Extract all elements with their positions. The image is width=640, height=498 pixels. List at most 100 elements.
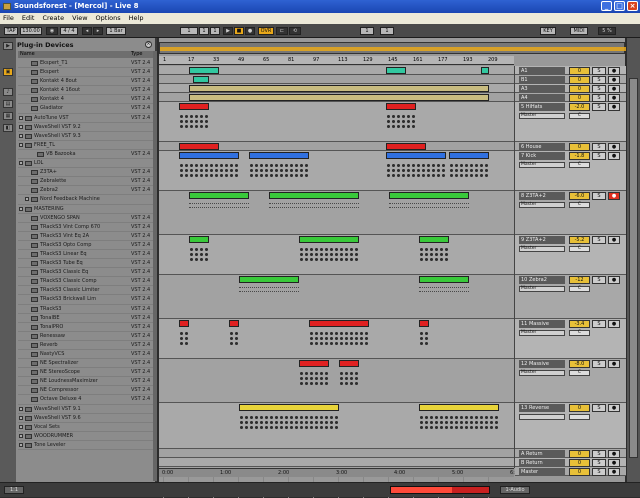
volume-field[interactable]: 0 [569,468,590,476]
plugin-list-item[interactable]: Zebra2 VST 2.4 [18,186,153,196]
pan-field[interactable]: C [569,286,590,292]
time-ruler[interactable]: 0:001:002:003:004:005:006:00 [159,468,521,477]
output-select[interactable] [519,414,565,420]
solo-button[interactable]: S [592,276,606,284]
track-name[interactable]: 8 Z3TA+2 [519,192,565,200]
clip[interactable] [249,152,309,159]
clip[interactable] [449,152,489,159]
solo-button[interactable]: S [592,192,606,200]
column-name-header[interactable]: Name [20,51,35,58]
plugin-list-item[interactable]: TRackS3 Vint Eq 2A VST 2.4 [18,232,153,241]
clip[interactable] [189,94,489,101]
expand-icon[interactable] [19,415,23,420]
track-name[interactable]: A Return [519,450,565,458]
arm-button[interactable]: ● [608,236,620,244]
expand-icon[interactable] [19,424,23,429]
punch-in-icon[interactable]: ⊏ [276,27,288,35]
track-lane[interactable] [159,93,514,102]
volume-field[interactable]: 0 [569,67,590,75]
pan-field[interactable]: C [569,246,590,252]
track-header[interactable]: 9 Z3TA+2 -5.2 S ● Master C [515,235,626,275]
plugin-list-item[interactable]: Nord Feedback Machine [18,195,153,205]
plugin-list-item[interactable]: WOODRUMMER [18,432,153,441]
clip[interactable] [229,320,239,327]
track-name[interactable]: 13 Reverse [519,404,565,412]
tempo-field[interactable]: 130.00 [20,27,42,35]
plugin-list-item[interactable]: VB Bazooka VST 2.4 [18,150,153,160]
pan-field[interactable]: C [569,202,590,208]
clip[interactable] [189,67,219,74]
track-lane[interactable] [159,84,514,93]
clip[interactable] [239,276,299,283]
file-browser-2-icon[interactable]: ▤ [3,100,13,108]
clip[interactable] [193,76,209,83]
clip[interactable] [339,360,359,367]
track-header[interactable]: B1 0 S ● [515,75,626,84]
arm-button[interactable]: ● [608,468,620,476]
track-name[interactable]: B1 [519,76,565,84]
expand-icon[interactable] [19,433,23,438]
track-header[interactable]: 12 Massive -8.0 S ● Master C [515,359,626,403]
pan-field[interactable]: C [569,370,590,376]
plugin-list-item[interactable]: Vocal Sets [18,423,153,432]
solo-button[interactable]: S [592,450,606,458]
volume-field[interactable]: -6.0 [569,192,590,200]
solo-button[interactable]: S [592,360,606,368]
solo-button[interactable]: S [592,85,606,93]
column-type-header[interactable]: Type [131,51,142,58]
track-name[interactable]: 10 Zebra2 [519,276,565,284]
plugin-list-item[interactable]: Kontakt 4 VST 2.4 [18,95,153,105]
browser-close-icon[interactable]: × [145,41,152,48]
track-name[interactable]: 12 Massive [519,360,565,368]
plugin-list-item[interactable]: TonalBE VST 2.4 [18,314,153,323]
arm-button[interactable]: ● [608,67,620,75]
browser-scrollbar[interactable] [153,51,157,481]
plugin-list-item[interactable]: NE StereoScope VST 2.4 [18,368,153,378]
clip[interactable] [386,152,446,159]
position-sixteenth[interactable]: 1 [210,27,220,35]
track-header[interactable]: 7 Kick -1.8 S ● Master C [515,151,626,191]
track-header[interactable]: A4 0 S ● [515,93,626,102]
output-select[interactable]: Master [519,162,565,168]
track-header[interactable]: A Return 0 S ● [515,449,626,458]
plugin-list-item[interactable]: VOXENGO SPAN VST 2.4 [18,214,153,223]
clip[interactable] [389,192,469,199]
solo-button[interactable]: S [592,103,606,111]
time-signature-field[interactable]: 4 / 4 [60,27,78,35]
track-lane[interactable] [159,275,514,319]
solo-button[interactable]: S [592,404,606,412]
live-devices-icon[interactable]: ▶ [3,42,13,50]
expand-icon[interactable] [19,406,23,411]
clip[interactable] [386,67,406,74]
record-icon[interactable]: ● [245,27,255,35]
volume-field[interactable]: 0 [569,85,590,93]
file-browser-1-icon[interactable]: ♪ [3,88,13,96]
arm-button[interactable]: ● [608,276,620,284]
arm-button[interactable]: ● [608,76,620,84]
plugin-list-item[interactable]: NastyVCS VST 2.4 [18,350,153,360]
menu-edit[interactable]: Edit [22,13,35,24]
plugin-list-item[interactable]: WaveShell VST 9.6 [18,414,153,423]
volume-field[interactable]: 0 [569,76,590,84]
track-name[interactable]: A4 [519,94,565,102]
clip[interactable] [419,276,469,283]
clip[interactable] [179,152,239,159]
menu-file[interactable]: File [3,13,14,24]
output-select[interactable]: Master [519,246,565,252]
overdub-button[interactable]: OVR [258,27,274,35]
clip[interactable] [179,320,189,327]
track-lane[interactable] [159,191,514,235]
track-name[interactable]: 7 Kick [519,152,565,160]
volume-field[interactable]: 0 [569,143,590,151]
track-lane[interactable] [159,75,514,84]
plugin-list-item[interactable]: Gladiator VST 2.4 [18,104,153,114]
output-select[interactable]: Master [519,330,565,336]
loop-length-field[interactable]: 1 [380,27,394,35]
plugin-list-item[interactable]: TRackS3 Classic Limiter VST 2.4 [18,286,153,296]
plugin-list-item[interactable]: TRackS3 Brickwall Lim VST 2.4 [18,295,153,305]
nudge-up-icon[interactable]: ▸ [93,27,103,35]
plugin-list-item[interactable]: Ekspert_T1 VST 2.4 [18,59,153,69]
track-lane[interactable] [159,102,514,142]
plugin-list-item[interactable]: Zebralette VST 2.4 [18,177,153,187]
track-header[interactable]: 8 Z3TA+2 -6.0 S ● Master C [515,191,626,235]
